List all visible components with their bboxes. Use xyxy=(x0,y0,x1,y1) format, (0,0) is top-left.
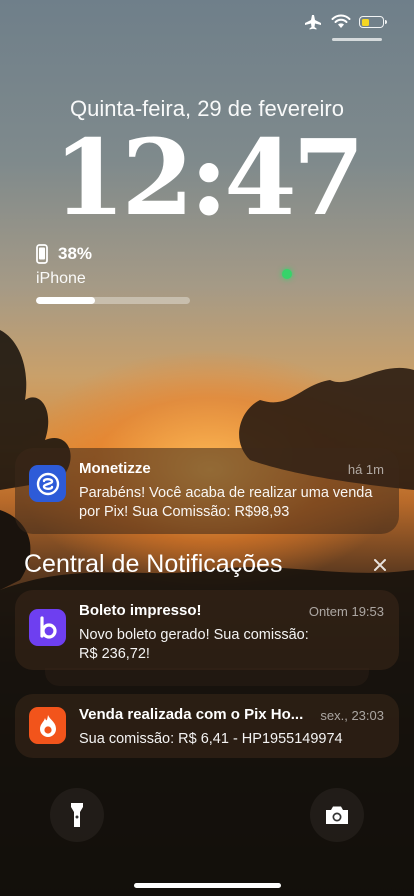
camera-in-use-indicator xyxy=(282,269,292,279)
camera-icon xyxy=(326,806,348,824)
battery-level-bar xyxy=(36,297,190,304)
boleto-b-icon xyxy=(29,609,66,646)
flashlight-icon xyxy=(71,803,83,827)
notification-body: Novo boleto gerado! Sua comissão: R$ 236… xyxy=(79,627,309,662)
control-center-grabber[interactable] xyxy=(332,38,382,41)
home-indicator[interactable] xyxy=(134,883,281,888)
monetizze-icon xyxy=(29,465,66,502)
battery-level-bar-fill xyxy=(36,297,95,304)
flame-icon xyxy=(29,707,66,744)
notification-boleto[interactable]: Boleto impresso! Ontem 19:53 Novo boleto… xyxy=(15,590,399,670)
notification-body: Sua comissão: R$ 6,41 - HP1955149974 xyxy=(79,731,343,747)
notification-time: sex., 23:03 xyxy=(320,708,384,723)
notification-title: Boleto impresso! xyxy=(79,602,202,619)
notification-time: há 1m xyxy=(347,462,384,477)
notification-pix[interactable]: Venda realizada com o Pix Ho... sex., 23… xyxy=(15,694,399,758)
battery-percent: 38% xyxy=(58,244,93,263)
battery-widget[interactable]: 38% iPhone xyxy=(36,244,196,304)
battery-icon xyxy=(359,16,387,28)
notification-body: Parabéns! Você acaba de realizar uma ven… xyxy=(79,485,373,520)
notification-time: Ontem 19:53 xyxy=(308,604,384,619)
notification-center-title: Central de Notificações xyxy=(24,550,283,578)
wifi-icon xyxy=(331,14,351,28)
battery-device-name: iPhone xyxy=(36,270,86,287)
notification-title: Monetizze xyxy=(79,460,151,477)
flashlight-button[interactable] xyxy=(50,788,104,842)
lockscreen-clock: 12:47 xyxy=(53,116,365,239)
status-bar xyxy=(303,14,387,30)
close-icon xyxy=(374,559,386,571)
clear-notifications-button[interactable] xyxy=(368,553,392,577)
notification-stack-layer xyxy=(45,668,369,686)
camera-button[interactable] xyxy=(310,788,364,842)
notification-monetizze[interactable]: Monetizze há 1m Parabéns! Você acaba de … xyxy=(15,448,399,534)
notification-title: Venda realizada com o Pix Ho... xyxy=(79,706,304,723)
phone-icon xyxy=(36,244,48,264)
battery-level-fill xyxy=(361,18,369,26)
airplane-mode-icon xyxy=(305,15,321,30)
